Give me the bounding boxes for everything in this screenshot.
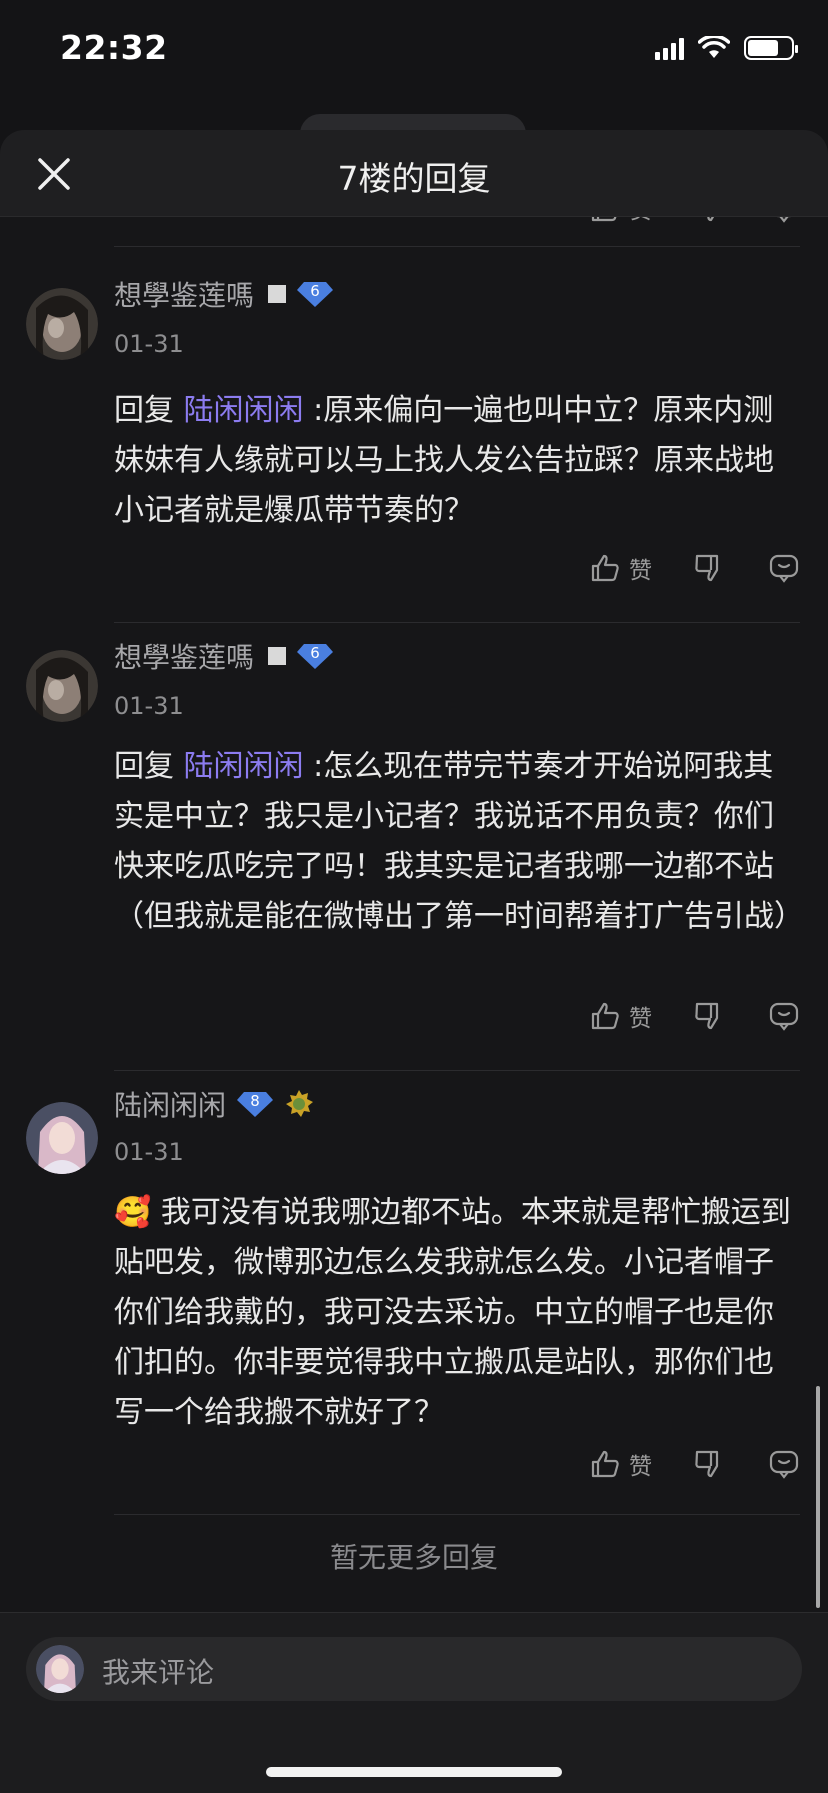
medal-badge-icon xyxy=(286,1090,314,1117)
status-icons xyxy=(655,36,798,60)
like-button[interactable]: 赞 xyxy=(589,1447,652,1481)
dislike-button[interactable] xyxy=(692,552,724,584)
divider xyxy=(114,1070,800,1071)
thumbs-down-icon xyxy=(707,216,715,222)
thumbs-down-icon xyxy=(695,554,719,582)
reply-button[interactable] xyxy=(768,1000,800,1032)
comment-icon xyxy=(769,1450,799,1479)
divider xyxy=(114,622,800,623)
like-label: 赞 xyxy=(629,558,652,584)
divider xyxy=(114,1514,800,1515)
username[interactable]: 想學鉴莲嗎 xyxy=(114,274,254,314)
comment-input-bar: 我来评论 xyxy=(0,1612,828,1793)
action-row: 赞 xyxy=(589,994,800,1038)
comment-icon xyxy=(769,1002,799,1031)
comment-author: 想學鉴莲嗎 6 xyxy=(114,274,334,314)
reply-sheet: 7楼的回复 赞 想學鉴莲嗎 xyxy=(0,130,828,1792)
comment-input[interactable]: 我来评论 xyxy=(26,1637,802,1701)
avatar[interactable] xyxy=(26,288,98,360)
comment-text: 回复 陆闲闲闲 :怎么现在带完节奏才开始说阿我其实是中立？我只是小记者？我说话不… xyxy=(114,742,804,942)
thumbs-up-icon xyxy=(591,1002,619,1030)
comment-body: 我可没有说我哪边都不站。本来就是帮忙搬运到贴吧发，微博那边怎么发我就怎么发。小记… xyxy=(114,1195,791,1430)
username[interactable]: 陆闲闲闲 xyxy=(114,1084,226,1124)
comment-date: 01-31 xyxy=(114,692,184,720)
cellular-signal-icon xyxy=(655,36,684,60)
home-indicator[interactable] xyxy=(266,1767,562,1777)
avatar[interactable] xyxy=(26,650,98,722)
level-number: 6 xyxy=(310,644,320,662)
level-gem-icon: 6 xyxy=(296,642,334,670)
thumbs-up-icon xyxy=(591,216,617,222)
thumbs-down-icon xyxy=(695,1002,719,1030)
dislike-button[interactable] xyxy=(692,1000,724,1032)
status-bar: 22:32 xyxy=(0,0,828,100)
comment-icon xyxy=(769,554,799,583)
thumbs-up-icon xyxy=(591,554,619,582)
dislike-button[interactable] xyxy=(692,1448,724,1480)
reply-button[interactable] xyxy=(768,552,800,584)
comment-icon xyxy=(773,216,795,223)
divider xyxy=(114,246,800,247)
status-time: 22:32 xyxy=(60,28,168,67)
scrollbar[interactable] xyxy=(816,1386,820,1608)
reply-button[interactable] xyxy=(768,1448,800,1480)
action-row: 赞 xyxy=(589,216,800,230)
like-label: 赞 xyxy=(629,1454,652,1480)
comment-author: 想學鉴莲嗎 6 xyxy=(114,636,334,676)
comment-author: 陆闲闲闲 8 xyxy=(114,1084,314,1124)
like-button[interactable]: 赞 xyxy=(589,999,652,1033)
thumbs-down-icon xyxy=(695,1450,719,1478)
like-label: 赞 xyxy=(629,1006,652,1032)
wifi-icon xyxy=(698,36,730,58)
level-number: 6 xyxy=(310,282,320,300)
comment-text: 回复 陆闲闲闲 :原来偏向一遍也叫中立？原来内测妹妹有人缘就可以马上找人发公告拉… xyxy=(114,386,798,536)
thumbs-up-icon xyxy=(591,1450,619,1478)
avatar[interactable] xyxy=(26,1102,98,1174)
comment-input-placeholder: 我来评论 xyxy=(102,1656,215,1689)
emoji: 🥰 xyxy=(114,1195,152,1230)
battery-icon xyxy=(744,36,798,60)
comment-date: 01-31 xyxy=(114,1138,184,1166)
reply-prefix: 回复 xyxy=(114,393,174,428)
no-more-replies: 暂无更多回复 xyxy=(329,1541,498,1574)
action-row: 赞 xyxy=(589,546,800,590)
sheet-header: 7楼的回复 xyxy=(0,130,828,217)
reply-list[interactable]: 赞 想學鉴莲嗎 6 01-31 回复 陆闲 xyxy=(0,216,828,1612)
user-badge-icon xyxy=(268,647,287,665)
like-button[interactable]: 赞 xyxy=(589,551,652,585)
dislike-button[interactable] xyxy=(692,216,724,224)
my-avatar xyxy=(36,1645,84,1693)
comment-date: 01-31 xyxy=(114,330,184,358)
comment-text: 🥰 我可没有说我哪边都不站。本来就是帮忙搬运到贴吧发，微博那边怎么发我就怎么发。… xyxy=(114,1188,798,1438)
username[interactable]: 想學鉴莲嗎 xyxy=(114,636,254,676)
action-row: 赞 xyxy=(589,1442,800,1486)
sheet-title: 7楼的回复 xyxy=(337,159,491,198)
reply-button[interactable] xyxy=(768,216,800,224)
user-badge-icon xyxy=(268,285,287,303)
like-label: 赞 xyxy=(629,216,652,225)
mention-link[interactable]: 陆闲闲闲 xyxy=(184,749,304,784)
level-number: 8 xyxy=(250,1092,260,1110)
like-button[interactable]: 赞 xyxy=(589,216,652,225)
mention-link[interactable]: 陆闲闲闲 xyxy=(184,393,304,428)
level-gem-icon: 6 xyxy=(296,280,334,308)
level-gem-icon: 8 xyxy=(236,1090,274,1118)
reply-prefix: 回复 xyxy=(114,749,174,784)
